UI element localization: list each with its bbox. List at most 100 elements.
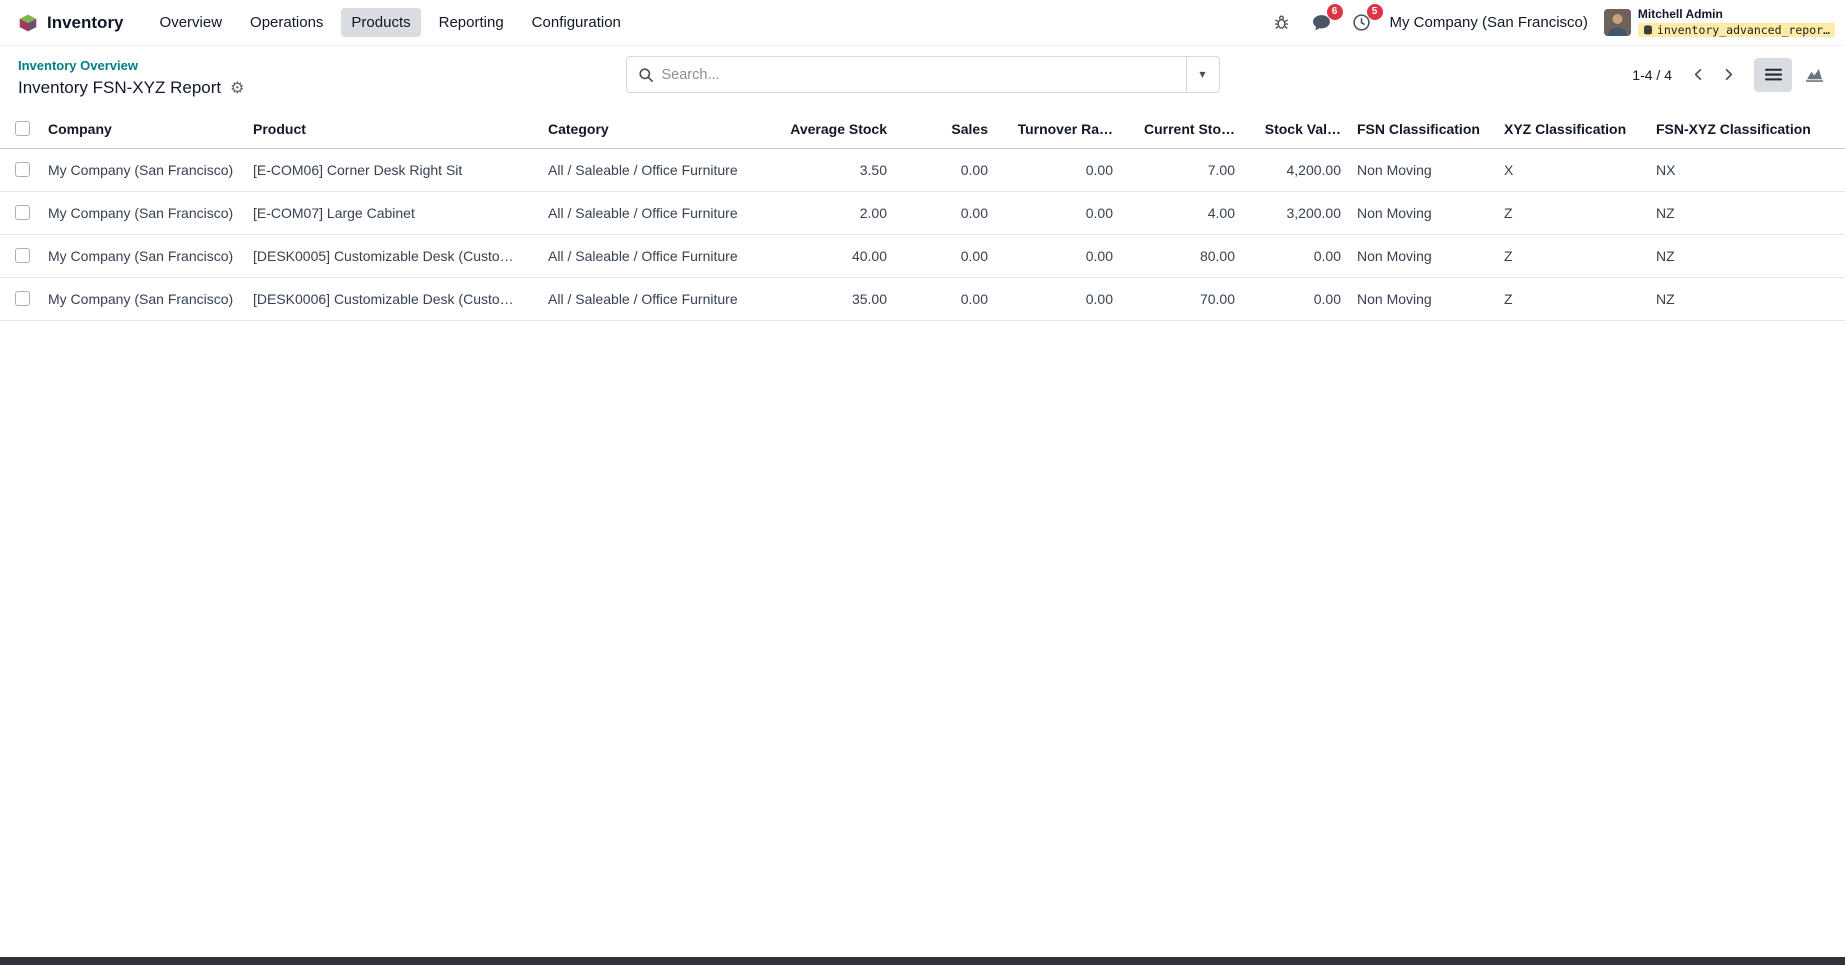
app-menu: Overview Operations Products Reporting C… <box>150 8 631 37</box>
row-checkbox[interactable] <box>15 205 30 220</box>
breadcrumb-area: Inventory Overview Inventory FSN-XYZ Rep… <box>18 57 244 98</box>
control-panel-right: 1-4 / 4 <box>1632 56 1833 93</box>
table-row[interactable]: My Company (San Francisco) [E-COM07] Lar… <box>0 191 1845 234</box>
column-header-current-stock[interactable]: Current Sto… <box>1121 110 1243 148</box>
app-name: Inventory <box>47 13 124 33</box>
table-header-row: Company Product Category Average Stock S… <box>0 110 1845 148</box>
cell-product: [DESK0006] Customizable Desk (Custo… <box>245 277 540 320</box>
row-select-cell <box>0 234 40 277</box>
column-header-average-stock[interactable]: Average Stock <box>760 110 895 148</box>
user-menu[interactable]: Mitchell Admin inventory_advanced_repor… <box>1604 8 1835 38</box>
pager-next[interactable] <box>1716 63 1740 87</box>
pager-previous[interactable] <box>1686 63 1710 87</box>
nav-left: Inventory Overview Operations Products R… <box>10 8 631 37</box>
messages-button[interactable]: 6 <box>1310 10 1334 34</box>
column-header-sales[interactable]: Sales <box>895 110 996 148</box>
inventory-app-icon <box>18 13 38 33</box>
cell-category: All / Saleable / Office Furniture <box>540 234 760 277</box>
menu-item-operations[interactable]: Operations <box>240 8 333 37</box>
list-view-button[interactable] <box>1754 58 1792 92</box>
database-badge: inventory_advanced_repor… <box>1638 23 1835 38</box>
debug-button[interactable] <box>1270 10 1294 34</box>
row-checkbox[interactable] <box>15 291 30 306</box>
pager: 1-4 / 4 <box>1632 63 1740 87</box>
activities-button[interactable]: 5 <box>1350 10 1374 34</box>
select-all-cell <box>0 110 40 148</box>
column-header-xyz-classification[interactable]: XYZ Classification <box>1496 110 1648 148</box>
caret-down-icon: ▼ <box>1199 70 1205 79</box>
nav-right: 6 5 My Company (San Francisco) Mi <box>1270 8 1838 38</box>
menu-item-reporting[interactable]: Reporting <box>429 8 514 37</box>
cell-average-stock: 2.00 <box>760 191 895 234</box>
search-icon <box>638 67 654 83</box>
row-checkbox[interactable] <box>15 162 30 177</box>
cell-xyz-classification: X <box>1496 148 1648 191</box>
breadcrumb-link-inventory-overview[interactable]: Inventory Overview <box>18 58 138 73</box>
search-dropdown-toggle[interactable]: ▼ <box>1186 57 1219 92</box>
row-select-cell <box>0 148 40 191</box>
area-chart-icon <box>1806 66 1823 83</box>
row-select-cell <box>0 191 40 234</box>
table-row[interactable]: My Company (San Francisco) [E-COM06] Cor… <box>0 148 1845 191</box>
app-menu-toggle[interactable]: Inventory <box>10 9 132 37</box>
cell-category: All / Saleable / Office Furniture <box>540 148 760 191</box>
messages-badge: 6 <box>1327 4 1343 20</box>
cell-sales: 0.00 <box>895 234 996 277</box>
column-header-category[interactable]: Category <box>540 110 760 148</box>
cell-sales: 0.00 <box>895 277 996 320</box>
table-row[interactable]: My Company (San Francisco) [DESK0005] Cu… <box>0 234 1845 277</box>
cell-current-stock: 80.00 <box>1121 234 1243 277</box>
column-header-company[interactable]: Company <box>40 110 245 148</box>
search-input[interactable] <box>654 67 1186 83</box>
cell-category: All / Saleable / Office Furniture <box>540 191 760 234</box>
avatar <box>1604 9 1631 36</box>
cell-stock-value: 4,200.00 <box>1243 148 1349 191</box>
menu-item-products[interactable]: Products <box>341 8 420 37</box>
cell-average-stock: 40.00 <box>760 234 895 277</box>
cell-average-stock: 35.00 <box>760 277 895 320</box>
row-select-cell <box>0 277 40 320</box>
column-header-product[interactable]: Product <box>245 110 540 148</box>
search-bar: ▼ <box>626 56 1220 93</box>
graph-view-button[interactable] <box>1795 58 1833 92</box>
cell-product: [E-COM06] Corner Desk Right Sit <box>245 148 540 191</box>
bottom-edge <box>0 957 1845 965</box>
cell-fsn-classification: Non Moving <box>1349 234 1496 277</box>
page-title: Inventory FSN-XYZ Report <box>18 78 221 98</box>
activities-badge: 5 <box>1367 4 1383 20</box>
cell-stock-value: 0.00 <box>1243 234 1349 277</box>
cell-fsn-classification: Non Moving <box>1349 191 1496 234</box>
cell-fsn-xyz-classification: NZ <box>1648 191 1845 234</box>
cell-xyz-classification: Z <box>1496 234 1648 277</box>
bug-icon <box>1273 14 1290 31</box>
chevron-left-icon <box>1691 67 1706 82</box>
cell-company: My Company (San Francisco) <box>40 191 245 234</box>
company-switcher[interactable]: My Company (San Francisco) <box>1390 14 1588 31</box>
control-panel: Inventory Overview Inventory FSN-XYZ Rep… <box>0 46 1845 110</box>
cell-sales: 0.00 <box>895 148 996 191</box>
column-header-fsn-xyz-classification[interactable]: FSN-XYZ Classification <box>1648 110 1845 148</box>
column-header-stock-value[interactable]: Stock Val… <box>1243 110 1349 148</box>
cell-fsn-classification: Non Moving <box>1349 148 1496 191</box>
user-name: Mitchell Admin <box>1638 8 1723 21</box>
gear-icon[interactable]: ⚙ <box>230 80 244 96</box>
cell-current-stock: 70.00 <box>1121 277 1243 320</box>
menu-item-overview[interactable]: Overview <box>150 8 233 37</box>
breadcrumb: Inventory Overview <box>18 57 244 75</box>
cell-company: My Company (San Francisco) <box>40 148 245 191</box>
cell-company: My Company (San Francisco) <box>40 234 245 277</box>
database-icon <box>1643 25 1653 35</box>
cell-turnover-ratio: 0.00 <box>996 277 1121 320</box>
cell-turnover-ratio: 0.00 <box>996 234 1121 277</box>
select-all-checkbox[interactable] <box>15 121 30 136</box>
database-name: inventory_advanced_repor… <box>1657 24 1830 37</box>
pager-value[interactable]: 1-4 / 4 <box>1632 67 1672 83</box>
cell-product: [E-COM07] Large Cabinet <box>245 191 540 234</box>
menu-item-configuration[interactable]: Configuration <box>522 8 631 37</box>
cell-category: All / Saleable / Office Furniture <box>540 277 760 320</box>
column-header-turnover-ratio[interactable]: Turnover Ra… <box>996 110 1121 148</box>
table-row[interactable]: My Company (San Francisco) [DESK0006] Cu… <box>0 277 1845 320</box>
row-checkbox[interactable] <box>15 248 30 263</box>
column-header-fsn-classification[interactable]: FSN Classification <box>1349 110 1496 148</box>
view-switcher <box>1754 58 1833 92</box>
